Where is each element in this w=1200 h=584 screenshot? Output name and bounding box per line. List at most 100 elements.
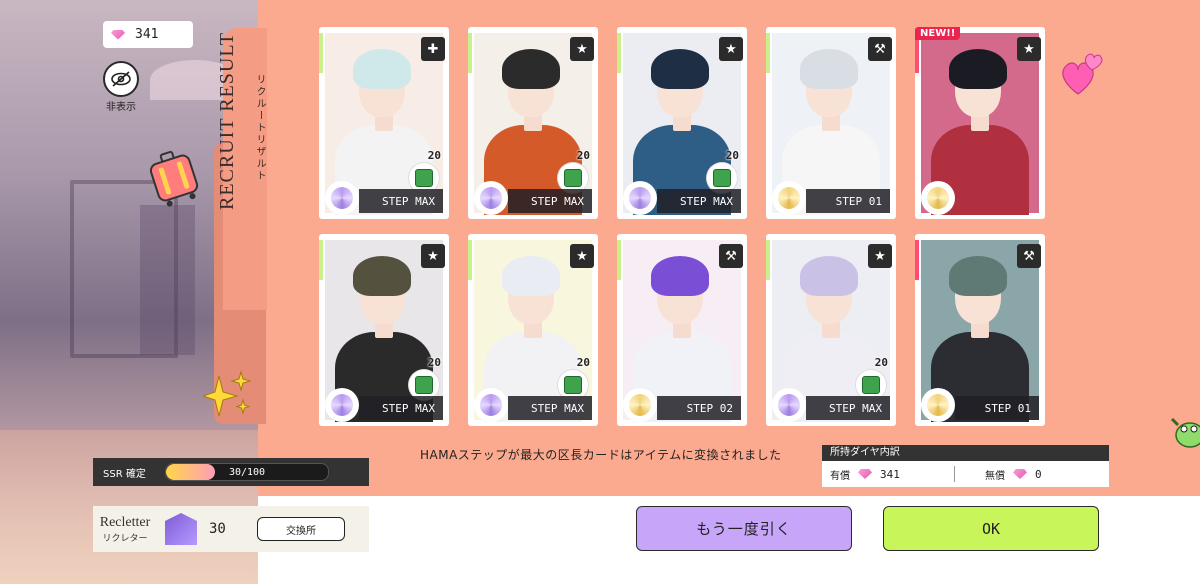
character-hair [949,256,1007,296]
rank-stripe [915,240,919,280]
star-icon: ★ [1017,37,1041,61]
paid-diamonds: 有償 341 [822,467,954,482]
rarity-icon [325,181,359,215]
star-icon: ★ [719,37,743,61]
hearts-sticker [1062,53,1103,95]
side-tab-title: RECRUIT RESULT リクルートリザルト [212,32,282,310]
hide-button[interactable] [103,61,139,97]
diamond-counter: 341 [103,21,193,48]
rank-stripe [319,240,323,280]
character-hair [651,49,709,89]
rarity-icon [474,181,508,215]
step-label: STEP MAX [508,189,592,213]
rank-stripe [617,240,621,280]
envelope-icon [165,513,197,545]
item-count: 20 [576,149,590,162]
diamond-icon [858,469,872,479]
ssr-progress-bar: 30/100 [165,463,329,481]
step-label: STEP MAX [806,396,890,420]
recruit-result-title: RECRUIT RESULT [216,32,238,210]
step-label: STEP 01 [806,189,890,213]
step-label: STEP MAX [657,189,741,213]
paid-label: 有償 [830,470,850,482]
exchange-button[interactable]: 交換所 [257,517,345,541]
character-hair [502,256,560,296]
diamond-icon [1013,469,1027,479]
rank-stripe [468,240,472,280]
drill-icon: ⚒ [1017,244,1041,268]
diamond-breakdown-title: 所持ダイヤ内訳 [822,445,1109,461]
rarity-icon [921,181,955,215]
diamond-icon [111,29,125,40]
character-hair [949,49,1007,89]
recletter-name: Recletter [99,514,151,530]
star-icon: ★ [868,244,892,268]
step-label: STEP 02 [657,396,741,420]
star-icon: ★ [570,37,594,61]
cabinet [140,205,195,355]
character-hair [651,256,709,296]
ok-button[interactable]: OK [883,506,1099,551]
step-label: STEP MAX [359,396,443,420]
character-card[interactable]: ★ NEW!! [915,27,1045,219]
item-count: 20 [725,149,739,162]
item-count: 20 [427,356,441,369]
item-count: 20 [576,356,590,369]
character-card[interactable]: ✚ 20 STEP MAX [319,27,449,219]
rarity-icon [325,388,359,422]
kit-icon: ✚ [421,37,445,61]
character-card[interactable]: ★ 20 STEP MAX [468,234,598,426]
character-card[interactable]: ★ 20 STEP MAX [319,234,449,426]
recruit-result-subtitle: リクルートリザルト [254,74,265,182]
rank-stripe [319,33,323,73]
rank-stripe [766,240,770,280]
character-card[interactable]: ⚒ STEP 01 [915,234,1045,426]
free-diamonds: 無償 0 [955,467,1109,482]
ssr-progress-text: 30/100 [228,466,266,478]
ssr-label: SSR 確定 [103,468,146,480]
eye-off-icon [111,71,131,87]
hide-label: 非表示 [106,102,136,113]
recletter-logo: Recletter リクレター [93,515,157,544]
recletter-panel: Recletter リクレター 30 交換所 [93,506,369,552]
draw-again-button[interactable]: もう一度引く [636,506,852,551]
character-card[interactable]: ⚒ STEP 01 [766,27,896,219]
step-label: STEP MAX [359,189,443,213]
crab-sticker [1170,417,1200,448]
star-icon: ★ [421,244,445,268]
rarity-icon [474,388,508,422]
step-label: STEP 01 [955,396,1039,420]
new-badge: NEW!! [915,27,961,40]
rank-stripe [468,33,472,73]
free-label: 無償 [985,470,1005,482]
character-hair [502,49,560,89]
paid-value: 341 [880,467,900,481]
diamond-count: 341 [135,27,159,42]
diamond-breakdown: 所持ダイヤ内訳 有償 341 無償 0 [822,445,1109,487]
character-hair [353,256,411,296]
rank-stripe [766,33,770,73]
rarity-icon [772,181,806,215]
rarity-icon [623,181,657,215]
rarity-icon [623,388,657,422]
ssr-guarantee: SSR 確定 30/100 [93,458,369,486]
step-label: STEP MAX [508,396,592,420]
sparkle-sticker [203,370,252,417]
character-card[interactable]: ★ 20 STEP MAX [468,27,598,219]
conversion-notice: HAMAステップが最大の区長カードはアイテムに変換されました [420,448,782,462]
recletter-name-jp: リクレター [102,533,148,544]
free-value: 0 [1035,467,1042,481]
recletter-count: 30 [209,521,226,537]
character-hair [353,49,411,89]
drill-icon: ⚒ [868,37,892,61]
drill-icon: ⚒ [719,244,743,268]
character-card[interactable]: ★ 20 STEP MAX [617,27,747,219]
character-hair [800,49,858,89]
rarity-icon [772,388,806,422]
character-card[interactable]: ★ 20 STEP MAX [766,234,896,426]
character-hair [800,256,858,296]
star-icon: ★ [570,244,594,268]
item-count: 20 [427,149,441,162]
character-card[interactable]: ⚒ STEP 02 [617,234,747,426]
rarity-icon [921,388,955,422]
